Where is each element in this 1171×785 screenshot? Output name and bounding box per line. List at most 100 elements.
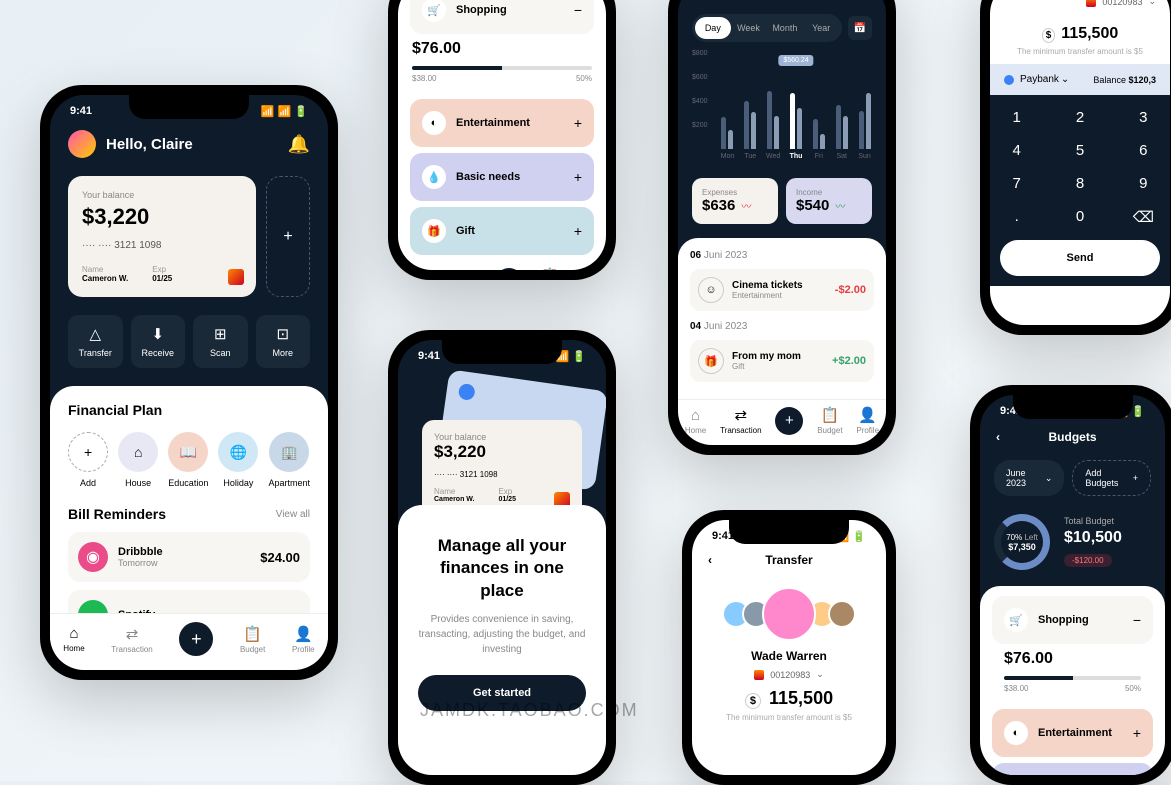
key-5[interactable]: 5 xyxy=(1063,142,1096,159)
notifications-icon[interactable]: 🔔 xyxy=(288,134,310,155)
recipient-name: Wade Warren xyxy=(692,649,886,663)
nav-home[interactable]: ⌂Home xyxy=(405,268,426,271)
status-icons: 📶 📶 🔋 xyxy=(261,105,308,118)
nav-transaction[interactable]: ⇄Transaction xyxy=(111,625,153,654)
bill-item-dribbble[interactable]: ◉ DribbbleTomorrow $24.00 xyxy=(68,532,310,582)
cat-shopping[interactable]: 🛒Shopping− xyxy=(992,596,1153,644)
transfer-button[interactable]: △Transfer xyxy=(68,315,123,368)
nav-profile[interactable]: 👤Profile xyxy=(856,406,879,435)
cat-entertainment[interactable]: ◐Entertainment+ xyxy=(410,99,594,147)
tab-month[interactable]: Month xyxy=(766,17,803,39)
cat-gift[interactable]: 🎁Gift+ xyxy=(410,207,594,255)
bank-selector[interactable]: Paybank⌄Balance $120,3 xyxy=(990,64,1170,95)
trend-up-icon: 〰 xyxy=(835,198,845,213)
add-card-button[interactable]: + xyxy=(266,176,310,297)
nav-add-button[interactable]: + xyxy=(775,407,803,435)
onboarding-subtitle: Provides convenience in saving, transact… xyxy=(418,612,586,657)
expand-icon[interactable]: + xyxy=(574,169,582,185)
receive-button[interactable]: ⬇Receive xyxy=(131,315,186,368)
nav-budget[interactable]: 📋Budget xyxy=(240,625,265,654)
nav-budget[interactable]: 📋Budget xyxy=(537,267,562,270)
cat-basic[interactable]: 💧Basic needs+ xyxy=(410,153,594,201)
back-button[interactable]: ‹ xyxy=(708,553,712,567)
cat-entertainment[interactable]: ◐Entertainment+ xyxy=(992,709,1153,757)
more-button[interactable]: ⊡More xyxy=(256,315,311,368)
phone-categories: 🛒 Shopping − $76.00 $38.0050% ◐Entertain… xyxy=(388,0,616,280)
back-button[interactable]: ‹ xyxy=(996,430,1000,444)
plan-apartment[interactable]: 🏢Apartment xyxy=(269,432,311,488)
tab-week[interactable]: Week xyxy=(731,17,767,39)
collapse-icon[interactable]: − xyxy=(574,2,582,18)
balance-card[interactable]: Your balance $3,220 ···· ···· 3121 1098 … xyxy=(68,176,256,297)
nav-add-button[interactable]: + xyxy=(495,268,523,271)
balance-amount: $3,220 xyxy=(82,204,242,230)
add-budgets-button[interactable]: Add Budgets + xyxy=(1072,460,1151,496)
currency-icon[interactable]: $ xyxy=(1042,28,1056,43)
transaction-chart: $800$600$400$200 Mon Tue Wed $560.24Thu … xyxy=(678,50,886,170)
expand-icon[interactable]: + xyxy=(574,115,582,131)
trend-down-icon: 〰 xyxy=(741,198,751,213)
key-4[interactable]: 4 xyxy=(1000,142,1033,159)
plan-holiday[interactable]: 🌐Holiday xyxy=(218,432,258,488)
key-1[interactable]: 1 xyxy=(1000,109,1033,126)
drop-icon: 💧 xyxy=(422,165,446,189)
entertainment-icon: ◐ xyxy=(422,111,446,135)
nav-transaction[interactable]: ⇄Transaction xyxy=(720,406,762,435)
key-0[interactable]: 0 xyxy=(1063,208,1096,226)
nav-home[interactable]: ⌂Home xyxy=(685,407,706,435)
chevron-down-icon[interactable]: ⌄ xyxy=(816,669,824,680)
avatar[interactable] xyxy=(68,130,96,158)
key-8[interactable]: 8 xyxy=(1063,175,1096,192)
nav-budget[interactable]: 📋Budget xyxy=(817,406,842,435)
card-brand-icon xyxy=(228,269,244,285)
plan-education[interactable]: 📖Education xyxy=(168,432,208,488)
chevron-down-icon: ⌄ xyxy=(1045,473,1053,484)
avatar-selected[interactable] xyxy=(762,587,816,641)
nav-transaction[interactable]: ⇄Transaction xyxy=(440,267,482,270)
send-button[interactable]: Send xyxy=(1000,240,1160,276)
currency-icon[interactable]: $ xyxy=(745,693,761,709)
expand-icon[interactable]: + xyxy=(574,223,582,239)
scan-button[interactable]: ⊞Scan xyxy=(193,315,248,368)
phone-keypad: 00120983⌄ $115,500 The minimum transfer … xyxy=(980,0,1171,335)
cat-shopping[interactable]: 🛒 Shopping − xyxy=(410,0,594,34)
key-2[interactable]: 2 xyxy=(1063,109,1096,126)
expenses-card[interactable]: Expenses$636〰 xyxy=(692,178,778,224)
key-6[interactable]: 6 xyxy=(1127,142,1160,159)
income-card[interactable]: Income$540〰 xyxy=(786,178,872,224)
key-7[interactable]: 7 xyxy=(1000,175,1033,192)
plan-house[interactable]: ⌂House xyxy=(118,432,158,488)
tab-year[interactable]: Year xyxy=(803,17,839,39)
key-backspace[interactable]: ⌫ xyxy=(1127,208,1160,226)
chevron-down-icon[interactable]: ⌄ xyxy=(1148,0,1156,7)
tx-gift[interactable]: 🎁From my momGift+$2.00 xyxy=(690,340,874,382)
key-dot[interactable]: . xyxy=(1000,208,1033,226)
card-number: ···· ···· 3121 1098 xyxy=(82,240,242,251)
phone-home: 9:41📶 📶 🔋 Hello, Claire 🔔 Your balance $… xyxy=(40,85,338,680)
smile-icon: ☺ xyxy=(698,277,724,303)
nav-profile[interactable]: 👤Profile xyxy=(576,267,599,270)
gift-icon: 🎁 xyxy=(698,348,724,374)
expand-icon[interactable]: + xyxy=(1133,725,1141,741)
avatar[interactable] xyxy=(828,600,856,628)
greeting: Hello, Claire xyxy=(106,136,288,153)
cart-icon: 🛒 xyxy=(422,0,446,22)
tab-day[interactable]: Day xyxy=(695,17,731,39)
cat-basic[interactable]: 💧Basic needs+ xyxy=(992,763,1153,775)
nav-home[interactable]: ⌂Home xyxy=(63,625,84,653)
collapse-icon[interactable]: − xyxy=(1133,612,1141,628)
delta-badge: -$120.00 xyxy=(1064,554,1112,567)
plan-add[interactable]: +Add xyxy=(68,432,108,488)
month-selector[interactable]: June 2023⌄ xyxy=(994,460,1064,496)
nav-add-button[interactable]: + xyxy=(179,622,213,656)
key-9[interactable]: 9 xyxy=(1127,175,1160,192)
key-3[interactable]: 3 xyxy=(1127,109,1160,126)
calendar-icon[interactable]: 📅 xyxy=(848,16,872,40)
view-all-link[interactable]: View all xyxy=(276,509,310,520)
chart-tooltip: $560.24 xyxy=(778,55,813,66)
dribbble-icon: ◉ xyxy=(78,542,108,572)
recipients-row xyxy=(692,573,886,649)
chevron-down-icon[interactable]: ⌄ xyxy=(1061,74,1069,85)
nav-profile[interactable]: 👤Profile xyxy=(292,625,315,654)
tx-cinema[interactable]: ☺Cinema ticketsEntertainment-$2.00 xyxy=(690,269,874,311)
